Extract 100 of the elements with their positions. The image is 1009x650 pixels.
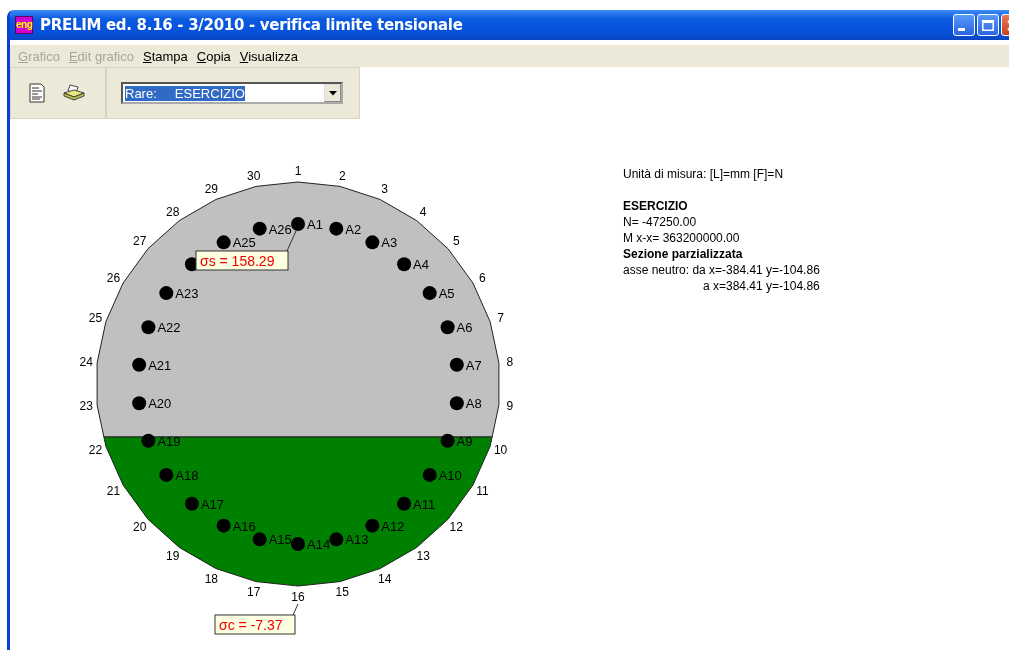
vertex-label: 9 bbox=[506, 399, 514, 414]
info-line: M x-x= 363200000.00 bbox=[623, 230, 741, 246]
rebar-label: A12 bbox=[381, 518, 405, 534]
app-icon: eng bbox=[15, 16, 33, 34]
rebar-dot bbox=[141, 433, 156, 448]
info-line: a x=384.41 y=-104.86 bbox=[702, 278, 820, 294]
rebar-dot bbox=[422, 286, 437, 301]
vertex-label: 30 bbox=[247, 168, 261, 183]
rebar-label: A15 bbox=[268, 532, 292, 548]
rebar-label: A20 bbox=[148, 396, 172, 412]
rebar-dot bbox=[440, 433, 455, 448]
rebar-label: A5 bbox=[438, 286, 455, 302]
rebar-dot bbox=[132, 396, 147, 411]
document-icon bbox=[29, 83, 45, 103]
rebar-dot bbox=[216, 518, 231, 533]
dropdown-button[interactable] bbox=[324, 84, 341, 102]
rebar-dot bbox=[329, 221, 344, 236]
vertex-label: 15 bbox=[335, 585, 349, 600]
vertex-label: 24 bbox=[79, 354, 93, 369]
steel-stress-label: σs = 158.29 bbox=[195, 250, 289, 271]
rebar-label: A8 bbox=[465, 396, 482, 412]
vertex-label: 12 bbox=[449, 519, 463, 534]
vertex-label: 27 bbox=[133, 234, 147, 249]
rebar-label: A19 bbox=[157, 433, 181, 449]
rebar-dot bbox=[449, 396, 464, 411]
vertex-label: 20 bbox=[133, 519, 147, 534]
vertex-label: 21 bbox=[106, 483, 121, 498]
vertex-label: 8 bbox=[506, 354, 514, 369]
vertex-label: 13 bbox=[416, 549, 430, 564]
vertex-label: 28 bbox=[166, 204, 180, 219]
menu-item[interactable]: Stampa bbox=[142, 48, 188, 64]
vertex-label: 6 bbox=[479, 270, 486, 285]
maximize-icon bbox=[982, 19, 994, 31]
vertex-label: 25 bbox=[88, 311, 103, 326]
leader-line bbox=[292, 603, 299, 616]
rebar-label: A21 bbox=[148, 357, 172, 373]
rebar-label: A26 bbox=[268, 221, 292, 237]
vertex-label: 1 bbox=[294, 164, 302, 178]
vertex-label: 26 bbox=[106, 270, 121, 285]
rebar-dot bbox=[449, 357, 464, 372]
rebar-dot bbox=[141, 320, 156, 335]
rebar-label: A3 bbox=[381, 235, 398, 251]
vertex-label: 11 bbox=[476, 483, 489, 498]
rebar-dot bbox=[440, 320, 455, 335]
rebar-label: A9 bbox=[456, 433, 473, 449]
rebar-label: A6 bbox=[456, 320, 473, 336]
rebar-dot bbox=[159, 467, 174, 482]
rebar-dot bbox=[252, 221, 267, 236]
vertex-label: 29 bbox=[204, 182, 219, 197]
load-combo-box[interactable]: Rare: ESERCIZIO bbox=[121, 82, 343, 104]
rebar-label: A14 bbox=[307, 537, 331, 552]
dropdown-arrow-icon bbox=[328, 90, 337, 96]
info-line: Unità di misura: [L]=mm [F]=N bbox=[623, 166, 785, 182]
info-line: asse neutro: da x=-384.41 y=-104.86 bbox=[623, 262, 820, 278]
rebar-label: A23 bbox=[175, 286, 199, 302]
menu-item[interactable]: Visualizza bbox=[239, 48, 299, 64]
rebar-label: A25 bbox=[232, 235, 256, 251]
rebar-label: A7 bbox=[465, 357, 482, 373]
rebar-label: A22 bbox=[157, 320, 181, 336]
info-heading: ESERCIZIO bbox=[623, 198, 689, 214]
rebar-label: A16 bbox=[232, 518, 256, 534]
vertex-label: 7 bbox=[497, 311, 504, 326]
concrete-stress-label: σc = -7.37 bbox=[214, 614, 296, 635]
rebar-dot bbox=[252, 532, 267, 547]
vertex-label: 2 bbox=[338, 168, 346, 183]
vertex-label: 5 bbox=[452, 234, 460, 249]
rebar-dot bbox=[397, 257, 412, 272]
vertex-label: 19 bbox=[166, 549, 180, 564]
info-heading: Sezione parzializzata bbox=[623, 246, 744, 262]
rebar-dot bbox=[365, 518, 380, 533]
printer-icon bbox=[63, 84, 85, 102]
vertex-label: 18 bbox=[204, 571, 219, 586]
rebar-label: A2 bbox=[345, 221, 362, 237]
rebar-label: A11 bbox=[413, 496, 436, 512]
rebar-label: A18 bbox=[175, 467, 199, 483]
vertex-label: 10 bbox=[493, 442, 508, 457]
rebar-label: A1 bbox=[307, 217, 323, 232]
rebar-dot bbox=[159, 286, 174, 301]
maximize-button[interactable] bbox=[977, 14, 999, 36]
rebar-label: A13 bbox=[345, 532, 369, 548]
rebar-label: A10 bbox=[438, 467, 462, 483]
rebar-label: A17 bbox=[200, 496, 225, 512]
rebar-dot bbox=[291, 537, 305, 551]
report-button[interactable] bbox=[27, 81, 47, 105]
vertex-label: 22 bbox=[88, 442, 103, 457]
rebar-dot bbox=[216, 235, 231, 250]
rebar-dot bbox=[397, 496, 412, 511]
vertex-label: 14 bbox=[377, 571, 392, 586]
rebar-dot bbox=[422, 467, 437, 482]
minimize-button[interactable] bbox=[953, 14, 975, 36]
vertex-label: 23 bbox=[79, 399, 93, 414]
combo-value: Rare: ESERCIZIO bbox=[125, 85, 245, 101]
vertex-label: 17 bbox=[247, 585, 261, 600]
info-line: N= -47250.00 bbox=[623, 214, 698, 230]
rebar-dot bbox=[329, 532, 344, 547]
rebar-dot bbox=[132, 357, 147, 372]
menu-item[interactable]: Copia bbox=[196, 48, 231, 64]
rebar-dot bbox=[365, 235, 380, 250]
minimize-icon bbox=[958, 27, 965, 31]
window-title: PRELIM ed. 8.16 - 3/2010 - verifica limite tensionale bbox=[40, 16, 464, 34]
